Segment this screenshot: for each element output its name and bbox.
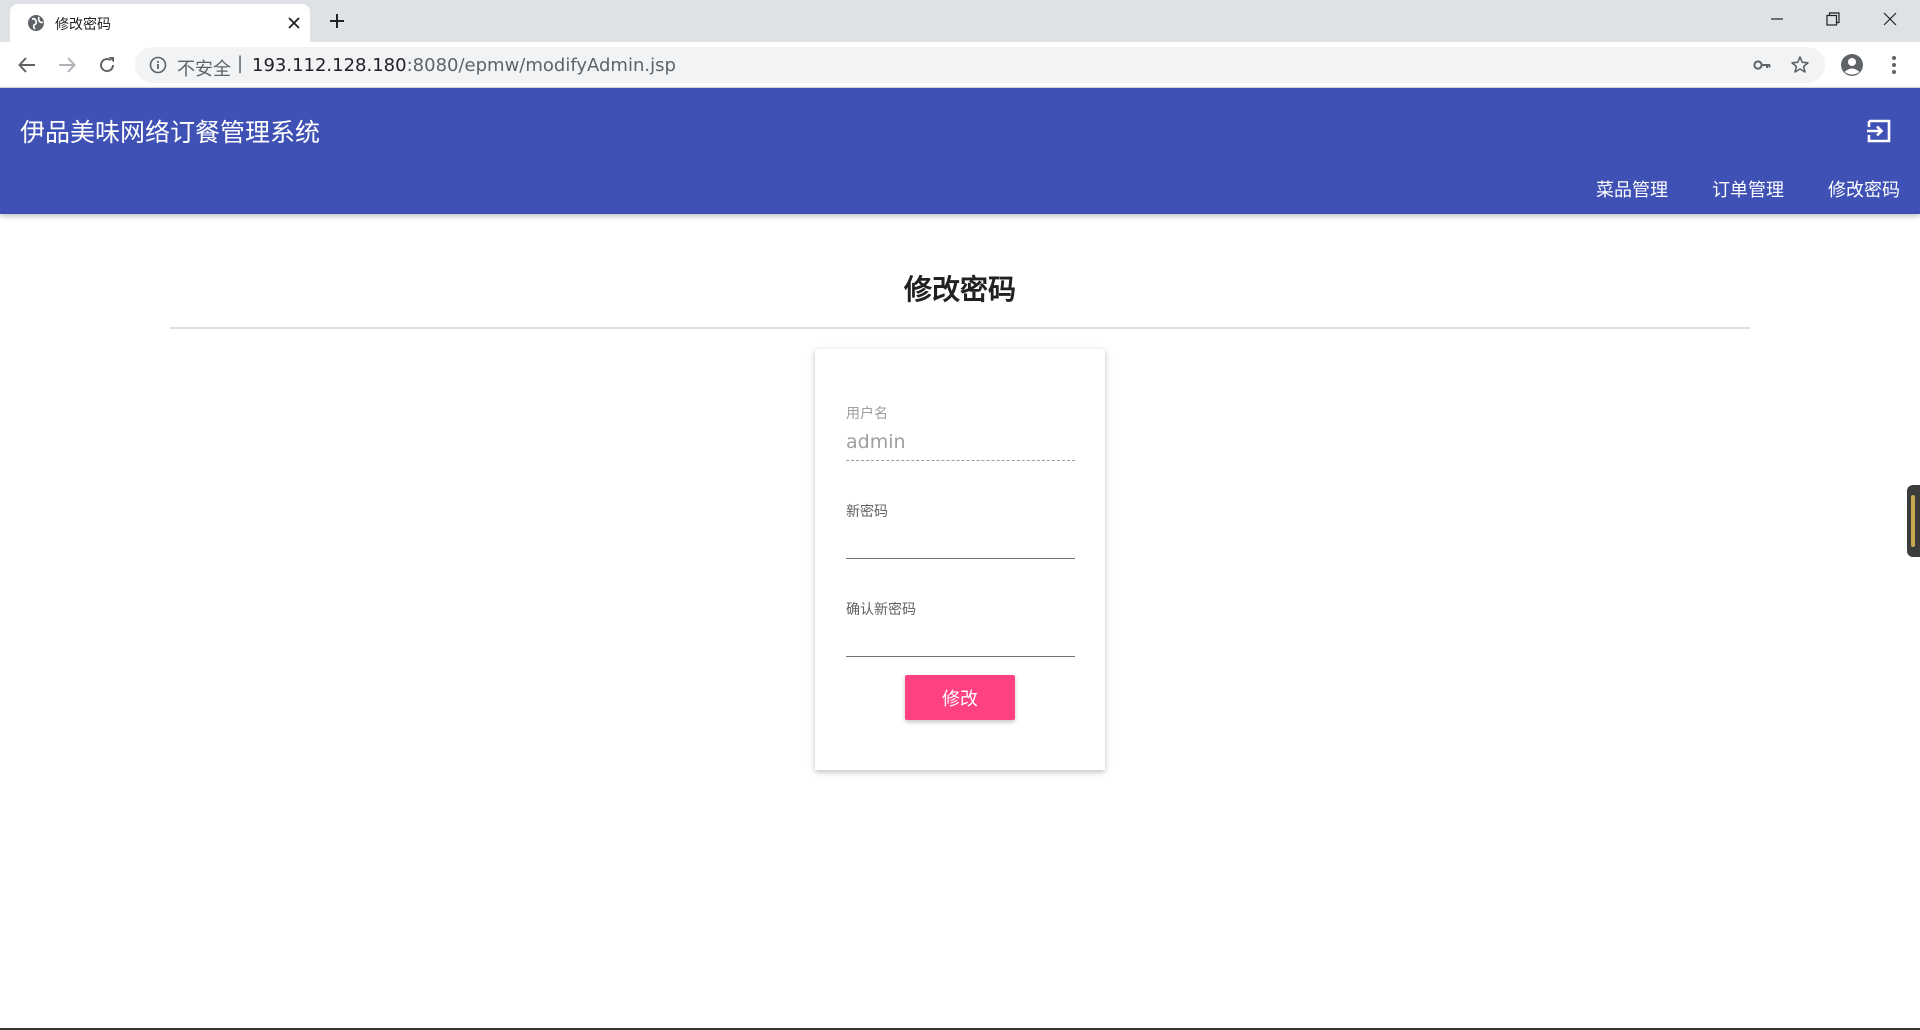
browser-tab[interactable]: 修改密码 <box>10 4 310 42</box>
main-nav: 菜品管理 订单管理 修改密码 <box>1552 176 1900 204</box>
browser-tabstrip: 修改密码 <box>0 0 1920 42</box>
security-label[interactable]: 不安全 <box>177 55 231 81</box>
plus-icon <box>330 14 344 28</box>
username-label: 用户名 <box>846 406 888 422</box>
close-icon[interactable] <box>284 13 304 33</box>
exit-icon <box>1867 119 1891 143</box>
new-tab-button[interactable] <box>323 7 351 35</box>
side-widget-bar <box>1911 495 1915 547</box>
restore-button[interactable] <box>1805 0 1861 38</box>
submit-button[interactable]: 修改 <box>905 675 1015 720</box>
brand-title[interactable]: 伊品美味网络订餐管理系统 <box>20 113 320 149</box>
info-icon[interactable] <box>148 55 168 75</box>
window-close-icon <box>1883 12 1897 26</box>
key-icon[interactable] <box>1752 55 1772 75</box>
account-icon[interactable] <box>1838 51 1866 79</box>
tab-title: 修改密码 <box>55 17 111 33</box>
nav-item-dish-management[interactable]: 菜品管理 <box>1552 176 1668 204</box>
new-password-field: 新密码 <box>846 501 1075 571</box>
new-password-label: 新密码 <box>846 504 888 520</box>
minimize-icon <box>1771 18 1783 20</box>
arrow-right-icon <box>59 57 76 73</box>
arrow-left-icon <box>18 57 35 73</box>
username-underline <box>846 460 1075 461</box>
url-text[interactable]: 193.112.128.180:8080/epmw/modifyAdmin.js… <box>252 55 676 76</box>
confirm-password-input[interactable] <box>846 623 1075 653</box>
url-host: 193.112.128.180 <box>252 55 407 76</box>
username-input[interactable] <box>846 427 1075 457</box>
address-bar[interactable]: 不安全 | 193.112.128.180:8080/epmw/modifyAd… <box>135 47 1825 83</box>
reload-icon <box>100 57 115 73</box>
nav-item-order-management[interactable]: 订单管理 <box>1668 176 1784 204</box>
reload-button[interactable] <box>91 49 123 81</box>
url-path: :8080/epmw/modifyAdmin.jsp <box>406 55 676 76</box>
new-password-input[interactable] <box>846 525 1075 555</box>
minimize-button[interactable] <box>1749 0 1805 38</box>
globe-icon <box>26 13 46 33</box>
confirm-password-label: 确认新密码 <box>846 602 916 618</box>
menu-kebab-icon[interactable] <box>1880 51 1908 79</box>
browser-toolbar: 不安全 | 193.112.128.180:8080/epmw/modifyAd… <box>0 42 1920 88</box>
confirm-password-field: 确认新密码 <box>846 599 1075 669</box>
logout-button[interactable] <box>1864 116 1894 146</box>
star-icon[interactable] <box>1790 55 1810 75</box>
side-widget-handle[interactable] <box>1907 485 1920 557</box>
url-separator: | <box>237 53 244 74</box>
app-header: 伊品美味网络订餐管理系统 菜品管理 订单管理 修改密码 <box>0 88 1920 214</box>
username-field: 用户名 <box>846 403 1075 473</box>
new-password-underline <box>846 558 1075 559</box>
nav-item-change-password[interactable]: 修改密码 <box>1784 176 1900 204</box>
password-form-card: 用户名 新密码 确认新密码 修改 <box>815 349 1105 770</box>
forward-button[interactable] <box>51 49 83 81</box>
title-divider <box>170 327 1750 329</box>
page-title: 修改密码 <box>903 274 1016 305</box>
confirm-password-underline <box>846 656 1075 657</box>
back-button[interactable] <box>11 49 43 81</box>
window-close-button[interactable] <box>1862 0 1918 38</box>
restore-icon <box>1826 12 1840 26</box>
